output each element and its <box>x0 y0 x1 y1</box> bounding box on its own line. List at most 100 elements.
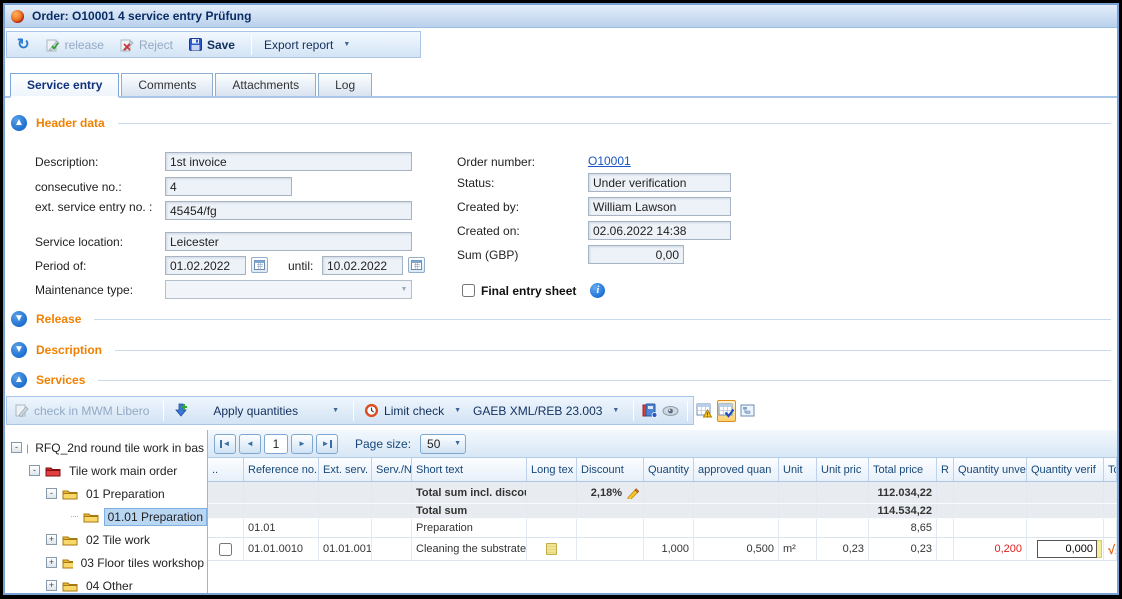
tab-attachments[interactable]: Attachments <box>215 73 316 96</box>
limit-check-button[interactable]: Limit check ▼ <box>362 401 467 420</box>
window-title: Order: O10001 4 service entry Prüfung <box>32 9 251 23</box>
cell-approved-quantity: 0,500 <box>694 538 779 560</box>
view-warnings-button[interactable] <box>696 400 713 422</box>
copy-export-button[interactable] <box>642 400 658 422</box>
check-mwm-libero-button[interactable]: check in MWM Libero <box>13 402 155 420</box>
info-icon[interactable]: i <box>590 283 605 298</box>
view-verification-button[interactable] <box>717 400 736 422</box>
tree-item-04-other[interactable]: + 04 Other <box>5 574 207 593</box>
export-report-button[interactable]: Export report ▼ <box>260 36 358 54</box>
calendar-icon <box>411 260 422 270</box>
consecutive-no-input[interactable] <box>165 177 292 196</box>
column-header-approved-quantity[interactable]: approved quan <box>694 458 779 481</box>
order-number-link[interactable]: O10001 <box>588 154 631 168</box>
apply-quantities-icon <box>174 403 188 418</box>
tree-item-0101-preparation[interactable]: 01.01 Preparation <box>5 505 207 528</box>
period-from-input[interactable] <box>165 256 246 275</box>
export-report-label: Export report <box>264 38 333 52</box>
description-input[interactable] <box>165 152 412 171</box>
edit-pencil-icon[interactable] <box>626 487 639 499</box>
preview-eye-button[interactable] <box>662 400 679 422</box>
tree-item-03-floor-tiles[interactable]: + 03 Floor tiles workshop <box>5 551 207 574</box>
tree-item-main-order[interactable]: - Tile work main order <box>5 459 207 482</box>
next-page-button[interactable]: ► <box>291 434 313 454</box>
maintenance-type-select[interactable]: ▼ <box>165 280 412 299</box>
created-by-input[interactable] <box>588 197 731 216</box>
chevron-down-icon: ▼ <box>612 407 619 414</box>
column-header-short-text[interactable]: Short text <box>412 458 527 481</box>
column-header-quantity[interactable]: Quantity <box>644 458 694 481</box>
cell-short-text: Total sum incl. discount <box>412 482 527 503</box>
tree-item-rfq[interactable]: - RFQ_2nd round tile work in bas <box>5 436 207 459</box>
period-to-input[interactable] <box>322 256 403 275</box>
column-header-quantity-verified[interactable]: Quantity verif <box>1027 458 1104 481</box>
collapse-up-icon[interactable]: ▲ <box>11 115 27 131</box>
page-size-select[interactable]: 50 ▼ <box>420 434 466 454</box>
final-entry-sheet-checkbox[interactable] <box>462 284 475 297</box>
column-header-discount[interactable]: Discount <box>577 458 644 481</box>
column-header-quantity-unverified[interactable]: Quantity unve <box>954 458 1027 481</box>
column-header-serv-no[interactable]: Serv./N <box>372 458 412 481</box>
release-pencil-check-icon <box>46 38 60 52</box>
tree-expand-icon[interactable]: + <box>46 534 57 545</box>
row-select-checkbox[interactable] <box>219 543 232 556</box>
prev-page-button[interactable]: ◄ <box>239 434 261 454</box>
column-header-ext-serv-no[interactable]: Ext. serv. n <box>319 458 372 481</box>
save-button[interactable]: Save <box>185 36 243 54</box>
reject-label: Reject <box>139 38 173 52</box>
collapse-down-icon[interactable]: ▼ <box>11 342 27 358</box>
column-header-unit-price[interactable]: Unit pric <box>817 458 869 481</box>
cell-quantity: 1,000 <box>644 538 694 560</box>
column-header-reference-no[interactable]: Reference no. <box>244 458 319 481</box>
tree-collapse-icon[interactable]: - <box>46 488 57 499</box>
release-button[interactable]: release <box>42 36 112 54</box>
tree-collapse-icon[interactable]: - <box>11 442 22 453</box>
arrow-right-icon: ► <box>322 439 330 448</box>
column-header-select[interactable]: .. <box>208 458 244 481</box>
tree-collapse-icon[interactable]: - <box>29 465 40 476</box>
tab-service-entry[interactable]: Service entry <box>10 73 119 98</box>
collapse-down-icon[interactable]: ▼ <box>11 311 27 327</box>
final-entry-sheet-row: Final entry sheet i <box>462 283 605 298</box>
folder-red-icon <box>45 465 61 477</box>
cell-total-price: 0,23 <box>869 538 937 560</box>
column-header-r[interactable]: R <box>937 458 954 481</box>
arrow-left-icon: ◄ <box>246 439 254 448</box>
sum-gbp-input[interactable] <box>588 245 684 264</box>
view-structure-button[interactable] <box>740 400 757 422</box>
long-text-note-icon[interactable] <box>546 543 557 555</box>
period-of-label: Period of: <box>35 259 86 273</box>
period-from-calendar-button[interactable] <box>251 257 268 273</box>
column-header-to[interactable]: To <box>1104 458 1117 481</box>
column-header-long-text[interactable]: Long tex <box>527 458 577 481</box>
gaeb-export-button[interactable]: GAEB XML/REB 23.003 ▼ <box>471 402 625 420</box>
service-location-input[interactable] <box>165 232 412 251</box>
ext-service-entry-input[interactable] <box>165 201 412 220</box>
tab-log[interactable]: Log <box>318 73 372 96</box>
column-header-unit[interactable]: Unit <box>779 458 817 481</box>
tab-comments[interactable]: Comments <box>121 73 213 96</box>
table-structure-icon <box>740 404 757 418</box>
tree-connector <box>71 516 78 517</box>
tree-expand-icon[interactable]: + <box>46 580 57 591</box>
last-page-button[interactable]: ► <box>316 434 338 454</box>
column-header-total-price[interactable]: Total price <box>869 458 937 481</box>
period-to-calendar-button[interactable] <box>408 257 425 273</box>
refresh-button[interactable]: ↻ <box>13 36 38 54</box>
tree-item-02-tile-work[interactable]: + 02 Tile work <box>5 528 207 551</box>
gaeb-label: GAEB XML/REB 23.003 <box>473 404 602 418</box>
tree-item-01-preparation[interactable]: - 01 Preparation <box>5 482 207 505</box>
table-row-total-discount: Total sum incl. discount 2,18% 112.034,2… <box>208 482 1117 504</box>
tree-item-label: RFQ_2nd round tile work in bas <box>32 440 207 456</box>
first-page-button[interactable]: ◄ <box>214 434 236 454</box>
tree-expand-icon[interactable]: + <box>46 557 57 568</box>
reject-button[interactable]: Reject <box>116 36 181 54</box>
created-on-input[interactable] <box>588 221 731 240</box>
apply-quantities-button[interactable]: Apply quantities ▼ <box>172 401 345 420</box>
ext-service-entry-label: ext. service entry no. : <box>35 200 160 214</box>
status-input[interactable] <box>588 173 731 192</box>
quantity-verified-input[interactable] <box>1037 540 1097 558</box>
current-page-input[interactable]: 1 <box>264 434 288 454</box>
collapse-up-icon[interactable]: ▲ <box>11 372 27 388</box>
formula-check-icon[interactable]: √x <box>1108 542 1117 557</box>
